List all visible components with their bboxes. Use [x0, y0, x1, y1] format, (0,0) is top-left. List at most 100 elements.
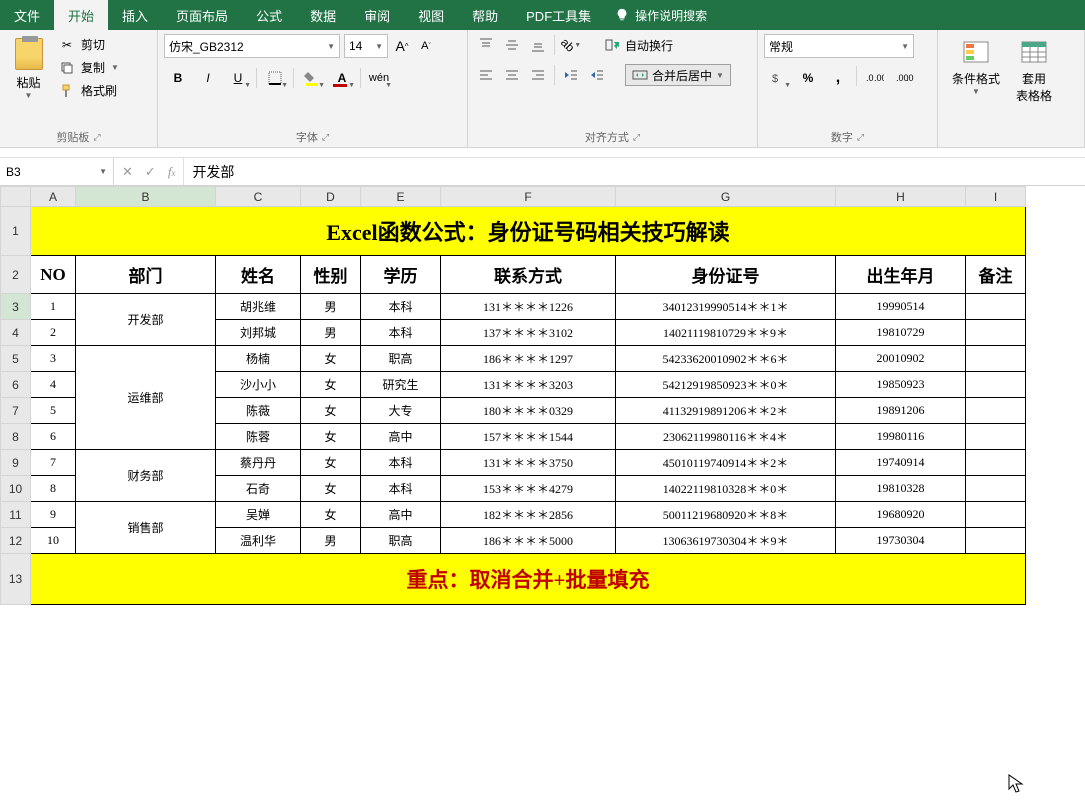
header-cell[interactable]: 学历: [361, 256, 441, 294]
cell[interactable]: 19740914: [836, 450, 966, 476]
cell[interactable]: 沙小小: [216, 372, 301, 398]
row-header[interactable]: 4: [1, 320, 31, 346]
cell[interactable]: 女: [301, 450, 361, 476]
italic-button[interactable]: I: [194, 66, 222, 90]
col-header[interactable]: G: [616, 187, 836, 207]
cut-button[interactable]: ✂ 剪切: [55, 34, 151, 55]
enter-formula-button[interactable]: ✓: [145, 164, 156, 180]
cell[interactable]: 研究生: [361, 372, 441, 398]
col-header[interactable]: E: [361, 187, 441, 207]
cell[interactable]: 男: [301, 528, 361, 554]
cell[interactable]: 23062119980116＊＊4＊: [616, 424, 836, 450]
cell[interactable]: 13063619730304＊＊9＊: [616, 528, 836, 554]
tab-data[interactable]: 数据: [296, 0, 350, 30]
orientation-button[interactable]: ab▼: [559, 34, 583, 56]
cell[interactable]: 本科: [361, 476, 441, 502]
cell[interactable]: 50011219680920＊＊8＊: [616, 502, 836, 528]
cell[interactable]: 186＊＊＊＊1297: [441, 346, 616, 372]
decrease-decimal-button[interactable]: .00.0: [891, 66, 919, 90]
cell[interactable]: [966, 424, 1026, 450]
cell[interactable]: 运维部: [76, 346, 216, 450]
border-button[interactable]: ▼: [261, 66, 289, 90]
cell[interactable]: 54233620010902＊＊6＊: [616, 346, 836, 372]
increase-indent-button[interactable]: [585, 64, 609, 86]
decrease-indent-button[interactable]: [559, 64, 583, 86]
cell[interactable]: 本科: [361, 320, 441, 346]
decrease-font-button[interactable]: Aˇ: [416, 34, 436, 58]
cell[interactable]: 6: [31, 424, 76, 450]
wrap-text-button[interactable]: 自动换行: [599, 34, 679, 56]
cell[interactable]: 本科: [361, 450, 441, 476]
row-header[interactable]: 8: [1, 424, 31, 450]
conditional-format-button[interactable]: 条件格式 ▼: [944, 34, 1008, 108]
cell[interactable]: 137＊＊＊＊3102: [441, 320, 616, 346]
underline-button[interactable]: U▼: [224, 66, 252, 90]
cell[interactable]: 34012319990514＊＊1＊: [616, 294, 836, 320]
formula-input[interactable]: 开发部: [184, 158, 1085, 185]
col-header[interactable]: C: [216, 187, 301, 207]
format-painter-button[interactable]: 格式刷: [55, 80, 151, 101]
cell[interactable]: 157＊＊＊＊1544: [441, 424, 616, 450]
cell[interactable]: 10: [31, 528, 76, 554]
bold-button[interactable]: B: [164, 66, 192, 90]
spreadsheet-grid[interactable]: ABCDEFGHI1Excel函数公式：身份证号码相关技巧解读2NO部门姓名性别…: [0, 186, 1085, 605]
cell[interactable]: 女: [301, 424, 361, 450]
cell[interactable]: 19850923: [836, 372, 966, 398]
paste-button[interactable]: 粘贴 ▼: [6, 34, 51, 104]
cell[interactable]: 9: [31, 502, 76, 528]
font-size-select[interactable]: 14 ▼: [344, 34, 388, 58]
header-cell[interactable]: 部门: [76, 256, 216, 294]
cell[interactable]: 开发部: [76, 294, 216, 346]
header-cell[interactable]: 出生年月: [836, 256, 966, 294]
align-left-button[interactable]: [474, 64, 498, 86]
header-cell[interactable]: 联系方式: [441, 256, 616, 294]
cell[interactable]: [966, 346, 1026, 372]
cell[interactable]: 高中: [361, 424, 441, 450]
cell[interactable]: 19810328: [836, 476, 966, 502]
tab-pdf[interactable]: PDF工具集: [512, 0, 605, 30]
row-header[interactable]: 13: [1, 554, 31, 605]
cell[interactable]: 3: [31, 346, 76, 372]
dialog-launcher-icon[interactable]: ⤢: [857, 132, 864, 143]
cell[interactable]: 4: [31, 372, 76, 398]
cell[interactable]: 女: [301, 372, 361, 398]
row-header[interactable]: 12: [1, 528, 31, 554]
cell[interactable]: [966, 450, 1026, 476]
font-name-select[interactable]: 仿宋_GB2312 ▼: [164, 34, 340, 58]
row-header[interactable]: 6: [1, 372, 31, 398]
cell[interactable]: 45010119740914＊＊2＊: [616, 450, 836, 476]
cell[interactable]: 2: [31, 320, 76, 346]
cell[interactable]: 19980116: [836, 424, 966, 450]
tell-me-search[interactable]: 操作说明搜索: [605, 0, 717, 30]
row-header[interactable]: 9: [1, 450, 31, 476]
cell[interactable]: [966, 294, 1026, 320]
dialog-launcher-icon[interactable]: ⤢: [633, 132, 640, 143]
cell[interactable]: 蔡丹丹: [216, 450, 301, 476]
col-header[interactable]: F: [441, 187, 616, 207]
cell[interactable]: 女: [301, 502, 361, 528]
cell[interactable]: 石奇: [216, 476, 301, 502]
insert-function-button[interactable]: fx: [168, 164, 176, 180]
increase-decimal-button[interactable]: .0.00: [861, 66, 889, 90]
cell[interactable]: [966, 372, 1026, 398]
align-top-button[interactable]: [474, 34, 498, 56]
align-right-button[interactable]: [526, 64, 550, 86]
name-box[interactable]: B3 ▼: [0, 158, 114, 185]
cell[interactable]: 19730304: [836, 528, 966, 554]
align-center-button[interactable]: [500, 64, 524, 86]
cell[interactable]: 131＊＊＊＊1226: [441, 294, 616, 320]
number-format-select[interactable]: 常规 ▼: [764, 34, 914, 58]
copy-button[interactable]: 复制 ▼: [55, 57, 151, 78]
row-header[interactable]: 11: [1, 502, 31, 528]
cell[interactable]: 153＊＊＊＊4279: [441, 476, 616, 502]
cancel-formula-button[interactable]: ✕: [122, 164, 133, 180]
tab-view[interactable]: 视图: [404, 0, 458, 30]
accounting-format-button[interactable]: $▼: [764, 66, 792, 90]
phonetic-button[interactable]: wén▼: [365, 66, 393, 90]
row-header[interactable]: 1: [1, 207, 31, 256]
merge-center-button[interactable]: 合并后居中 ▼: [625, 64, 731, 86]
col-header[interactable]: I: [966, 187, 1026, 207]
tab-review[interactable]: 审阅: [350, 0, 404, 30]
cell[interactable]: 财务部: [76, 450, 216, 502]
cell[interactable]: 1: [31, 294, 76, 320]
